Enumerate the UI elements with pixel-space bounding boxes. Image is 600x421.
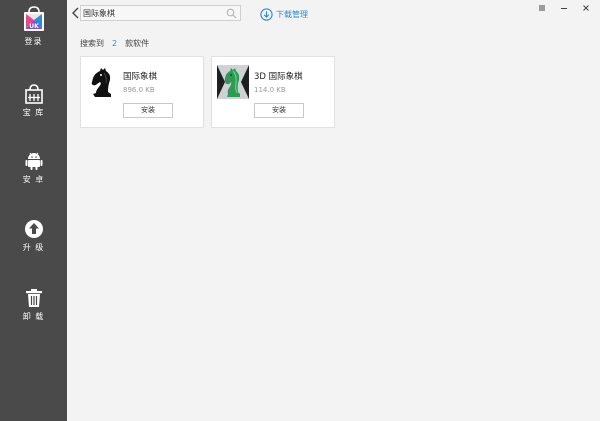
search-result-summary: 搜索到 2 款软件 (80, 38, 149, 49)
search-box (80, 5, 241, 21)
minimize-button[interactable] (557, 3, 571, 15)
app-card[interactable]: 国际象棋 896.0 KB 安装 (80, 56, 204, 128)
sidebar-item-store[interactable]: 宝 库 (0, 84, 67, 118)
logo-text: UK (29, 23, 39, 30)
sidebar: UK 登录 宝 库 安 卓 升 级 卸 载 (0, 0, 67, 421)
minimize-icon (561, 8, 567, 9)
close-button[interactable] (579, 3, 593, 15)
sidebar-item-label: 宝 库 (22, 108, 45, 117)
download-manager-button[interactable]: 下载管理 (260, 6, 308, 22)
search-icon[interactable] (226, 8, 237, 19)
result-count: 2 (112, 39, 118, 48)
sidebar-item-android[interactable]: 安 卓 (0, 151, 67, 185)
store-bag-icon (24, 84, 43, 104)
login-button[interactable]: UK 登录 (0, 6, 67, 47)
sidebar-item-uninstall[interactable]: 卸 载 (0, 288, 67, 322)
download-manager-label: 下载管理 (276, 9, 308, 19)
main-panel: 下载管理 搜索到 2 款软件 国际象棋 896.0 KB 安装 (67, 0, 600, 421)
sidebar-item-label: 升 级 (22, 243, 45, 252)
sidebar-item-upgrade[interactable]: 升 级 (0, 219, 67, 253)
app-size: 896.0 KB (123, 86, 155, 94)
result-suffix: 款软件 (125, 39, 150, 48)
install-button[interactable]: 安装 (254, 103, 304, 118)
install-button[interactable]: 安装 (123, 103, 173, 118)
close-icon (583, 5, 589, 11)
app-card[interactable]: 3D 国际象棋 114.0 KB 安装 (211, 56, 335, 128)
login-label: 登录 (24, 37, 43, 46)
hamburger-menu-icon (539, 5, 545, 11)
search-input[interactable] (81, 6, 221, 20)
chess-knight-green-3d-icon (217, 65, 249, 99)
download-circle-icon (260, 7, 273, 21)
app-size: 114.0 KB (254, 86, 286, 94)
app-name: 3D 国际象棋 (254, 72, 303, 82)
android-icon (25, 152, 42, 170)
app-logo-icon: UK (23, 6, 44, 31)
result-prefix: 搜索到 (80, 39, 104, 48)
sidebar-item-label: 卸 载 (22, 312, 45, 321)
app-name: 国际象棋 (123, 72, 158, 82)
upgrade-arrow-icon (24, 220, 43, 238)
chess-knight-black-icon (91, 68, 111, 97)
trash-icon (25, 289, 42, 307)
sidebar-item-label: 安 卓 (22, 175, 45, 184)
menu-button[interactable] (535, 3, 549, 15)
